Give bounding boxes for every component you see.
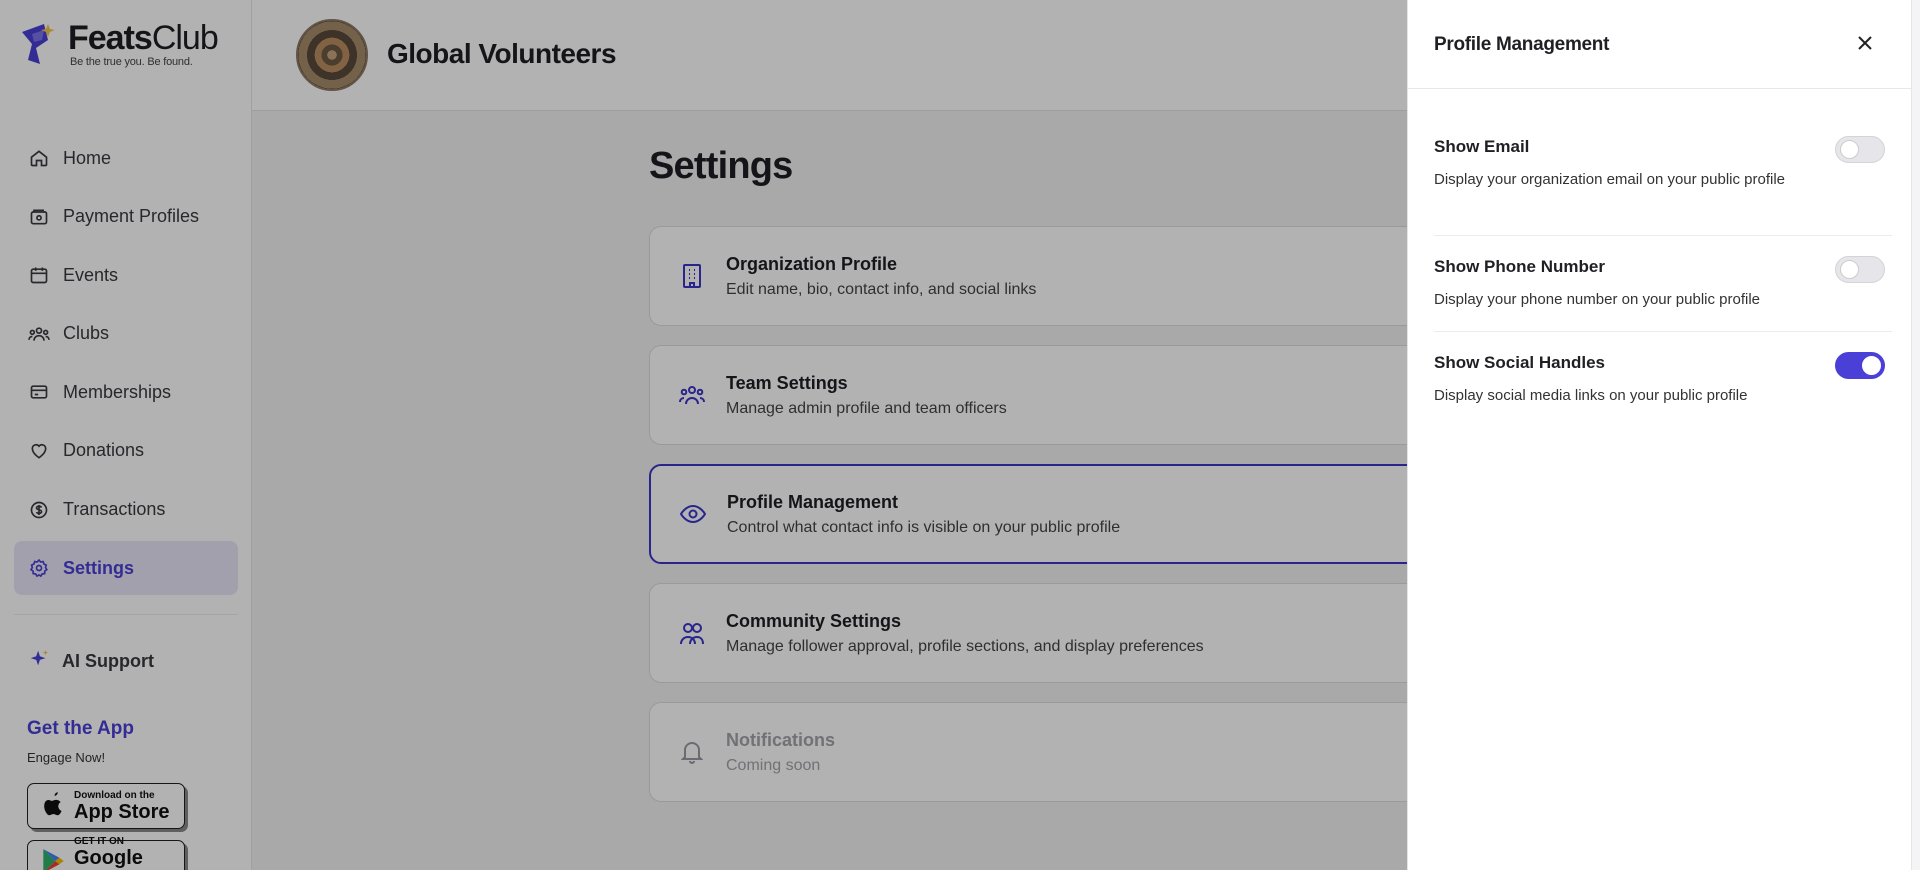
toggle-knob — [1840, 140, 1859, 159]
toggle-knob — [1840, 260, 1859, 279]
modal-backdrop[interactable] — [0, 0, 1407, 870]
setting-divider — [1434, 331, 1892, 332]
setting-desc: Display your phone number on your public… — [1434, 291, 1761, 308]
profile-management-drawer: Profile Management Show Email Display yo… — [1407, 0, 1911, 870]
drawer-header: Profile Management — [1408, 0, 1911, 89]
setting-show-social: Show Social Handles Display social media… — [1434, 353, 1892, 408]
setting-title: Show Phone Number — [1434, 257, 1605, 276]
drawer-title: Profile Management — [1434, 34, 1610, 55]
setting-title: Show Social Handles — [1434, 353, 1605, 372]
setting-show-email: Show Email Display your organization ema… — [1434, 137, 1892, 192]
show-email-toggle[interactable] — [1835, 136, 1885, 163]
close-button[interactable] — [1853, 33, 1877, 57]
setting-desc: Display social media links on your publi… — [1434, 387, 1748, 404]
setting-divider — [1434, 235, 1892, 236]
setting-title: Show Email — [1434, 137, 1530, 156]
setting-show-phone: Show Phone Number Display your phone num… — [1434, 257, 1892, 312]
scrollbar[interactable] — [1911, 0, 1920, 870]
toggle-knob — [1862, 356, 1881, 375]
show-social-toggle[interactable] — [1835, 352, 1885, 379]
show-phone-toggle[interactable] — [1835, 256, 1885, 283]
setting-desc: Display your organization email on your … — [1434, 171, 1786, 188]
close-icon — [1857, 35, 1873, 56]
